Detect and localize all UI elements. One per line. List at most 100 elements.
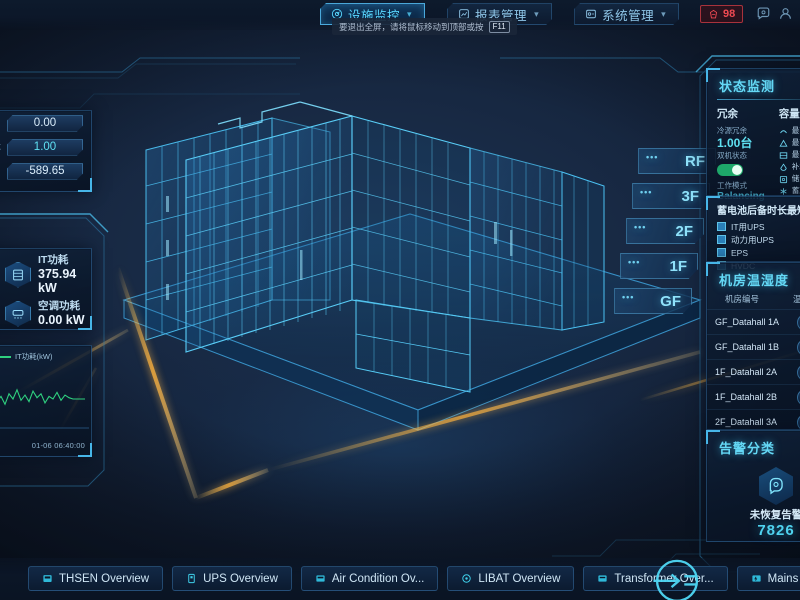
floor-label: 2F xyxy=(675,222,693,240)
header-room-id: 机房编号 xyxy=(725,294,760,304)
floor-button-gf[interactable]: ••• GF xyxy=(614,288,692,314)
server-rack-icon xyxy=(5,261,31,288)
battery-label: IT用UPS xyxy=(731,221,765,232)
work-mode-label: 工作模式 xyxy=(717,181,747,190)
snow-icon xyxy=(780,187,787,195)
tooltip-key: F11 xyxy=(488,20,510,33)
power-item-text: 空调功耗 0.00 kW xyxy=(38,300,85,327)
floor-selector: ••• RF ••• 3F ••• 2F ••• 1F ••• GF xyxy=(614,148,716,323)
air-conditioner-icon xyxy=(5,300,31,327)
alarm-count-badge[interactable]: 98 xyxy=(700,5,744,23)
table-row[interactable]: 1F_Datahall 2A 30 xyxy=(707,359,800,384)
stat-value: -589.65 xyxy=(7,163,83,180)
legend-swatch xyxy=(0,355,11,358)
panel-title: 蓄电池后备时长最短 xyxy=(717,206,800,217)
handle-dots-icon: ••• xyxy=(628,257,641,267)
left-power-panel: IT功耗 375.94 kW 空调功耗 0.00 kW xyxy=(0,248,92,330)
stat-label: 率 xyxy=(0,141,1,154)
dual-status-toggle[interactable] xyxy=(717,164,743,176)
stat-row: 率 1.00 xyxy=(0,135,91,159)
state-monitor-panel: 状态监测 冗余 冷源冗余 1.00台 双机状态 工作模式 Balancing 容… xyxy=(706,68,800,202)
battery-backup-panel: 蓄电池后备时长最短 IT用UPS C-U... 动力用UPS C-U... EP… xyxy=(706,196,800,271)
power-item-text: IT功耗 375.94 kW xyxy=(38,254,91,295)
battery-icon xyxy=(717,222,726,231)
stat-value: 0.00 xyxy=(7,115,83,132)
power-value: 375.94 kW xyxy=(38,267,77,295)
tab-label: Mains power xyxy=(767,572,800,585)
legend-label: IT功耗(kW) xyxy=(15,352,53,361)
panel-title: 机房温湿度 xyxy=(719,273,790,288)
battery-label: 动力用UPS xyxy=(731,234,774,245)
floor-button-1f[interactable]: ••• 1F xyxy=(620,253,698,279)
room-name: 1F_Datahall 2A xyxy=(715,367,778,377)
tab-label: Air Condition Ov... xyxy=(331,572,425,585)
stat-value: 1.00 xyxy=(7,139,83,156)
power-value: 0.00 kW xyxy=(38,313,85,327)
room-name: 2F_Datahall 3A xyxy=(715,417,778,427)
tab-mains-power[interactable]: Mains power xyxy=(736,566,800,591)
mains-icon xyxy=(752,575,761,582)
alarm-label: 未恢复告警 xyxy=(749,509,800,521)
handle-dots-icon: ••• xyxy=(622,292,635,302)
load-high2-icon xyxy=(779,151,788,159)
stat-row: 0.00 xyxy=(0,111,91,135)
column-header: 冗余 xyxy=(717,108,738,120)
bottom-bar: THSEN Overview UPS Overview Air Conditio… xyxy=(0,558,800,600)
panel-title: 告警分类 xyxy=(719,441,776,456)
battery-row: 动力用UPS C-U... xyxy=(707,233,800,246)
temp-humidity-panel: 机房温湿度 机房编号 温 GF_Datahall 1A 23 GF_Dataha… xyxy=(706,262,800,431)
capacity-label: 最高负... xyxy=(791,138,800,147)
battery-label: EPS xyxy=(731,247,749,258)
settings-icon xyxy=(585,8,597,20)
sensor-icon xyxy=(43,575,52,582)
user-icon[interactable] xyxy=(778,6,793,21)
handle-dots-icon: ••• xyxy=(634,222,647,232)
load-high-icon xyxy=(779,139,788,147)
capacity-label: 最高IT... xyxy=(791,126,800,135)
state-monitor-columns: 冗余 冷源冗余 1.00台 双机状态 工作模式 Balancing 容量 最高I… xyxy=(707,106,800,202)
eps-icon xyxy=(717,248,726,257)
floor-button-3f[interactable]: ••• 3F xyxy=(632,183,710,209)
battery-row: EPS - xyxy=(707,246,800,259)
capacity-item: 最高IT... xyxy=(779,125,800,137)
chart-legend: IT功耗(kW) xyxy=(0,346,91,362)
floor-button-2f[interactable]: ••• 2F xyxy=(626,218,704,244)
capacity-item: 补水可... xyxy=(779,161,800,173)
nav-item-system-management[interactable]: 系统管理 ▾ xyxy=(574,3,679,25)
redundancy-column: 冗余 冷源冗余 1.00台 双机状态 工作模式 Balancing xyxy=(717,106,765,202)
capacity-item: 最高负... xyxy=(779,137,800,149)
ups-icon xyxy=(188,573,195,584)
table-row[interactable]: GF_Datahall 1B 24 xyxy=(707,334,800,359)
nav-label: 系统管理 xyxy=(602,8,655,23)
power-item-hvac: 空调功耗 0.00 kW xyxy=(0,295,91,327)
room-name: GF_Datahall 1B xyxy=(715,342,780,352)
left-stats-panel: 0.00 率 1.00 -589.65 xyxy=(0,110,92,192)
alarm-bell-icon xyxy=(709,9,718,18)
stat-row: -589.65 xyxy=(0,159,91,183)
alarm-count-value: 7826 xyxy=(757,522,795,539)
top-bar-icons xyxy=(756,6,793,21)
fullscreen-tooltip: 要退出全屏，请将鼠标移动到顶部或按 F11 xyxy=(332,18,517,35)
table-row[interactable]: GF_Datahall 1A 23 xyxy=(707,309,800,334)
table-row[interactable]: 1F_Datahall 2B 25 xyxy=(707,384,800,409)
floor-label: 3F xyxy=(681,187,699,205)
floor-button-rf[interactable]: ••• RF xyxy=(638,148,716,174)
transformer-icon xyxy=(598,575,608,582)
message-icon[interactable] xyxy=(756,6,771,21)
tab-label: THSEN Overview xyxy=(59,572,150,585)
tab-ups-overview[interactable]: UPS Overview xyxy=(172,566,292,591)
tab-thsen-overview[interactable]: THSEN Overview xyxy=(28,566,164,591)
battery-icon xyxy=(717,235,726,244)
x-axis-tick: 01-06 06:40:00 xyxy=(31,441,85,450)
header-temp: 温 xyxy=(793,294,800,304)
room-name: GF_Datahall 1A xyxy=(715,317,780,327)
power-title: IT功耗 xyxy=(38,254,69,266)
left-trend-chart-panel: IT功耗(kW) 01-06 06:40:00 xyxy=(0,345,92,457)
it-power-line-chart xyxy=(0,388,89,429)
tab-label: UPS Overview xyxy=(203,572,278,585)
tab-air-condition-overview[interactable]: Air Condition Ov... xyxy=(300,566,439,591)
tab-libat-overview[interactable]: LIBAT Overview xyxy=(447,566,575,591)
handle-dots-icon: ••• xyxy=(640,187,653,197)
capacity-label: 补水可... xyxy=(791,162,800,171)
ac-icon xyxy=(316,575,325,582)
